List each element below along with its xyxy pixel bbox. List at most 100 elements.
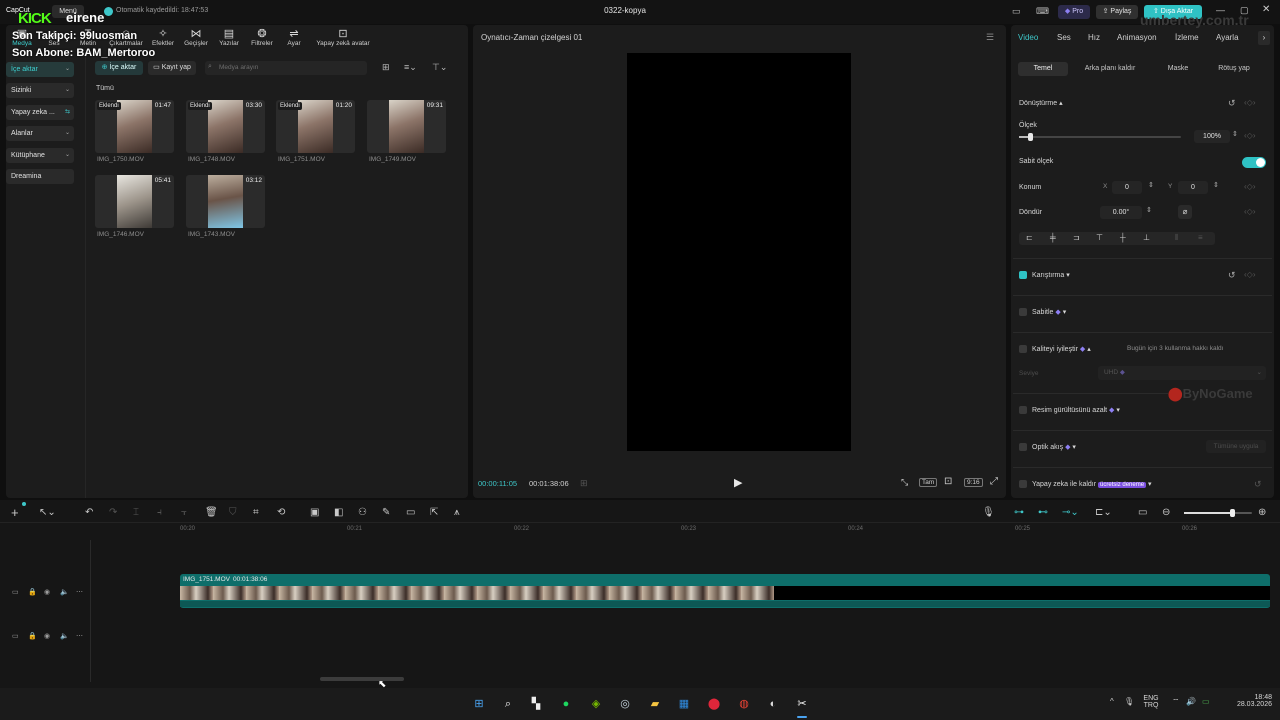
filter-icon[interactable]: ⊤⌄ <box>432 62 447 73</box>
keyframe-icon[interactable]: ‹◇› <box>1244 182 1255 191</box>
redo-icon[interactable]: ↷ <box>109 507 117 518</box>
ai-remove-heading[interactable]: Yapay zeka ile kaldır ücretsiz deneme ▾ <box>1032 480 1152 488</box>
media-item[interactable]: Eklendi 01:47 <box>95 100 174 153</box>
align-bottom-icon[interactable]: ⊥ <box>1143 233 1150 242</box>
pos-x-input[interactable]: 0 <box>1112 181 1142 194</box>
reset-icon[interactable]: ↺ <box>1228 270 1236 281</box>
ai-remove-checkbox[interactable] <box>1019 480 1027 488</box>
main-track-magnet-icon[interactable]: ⊶ <box>1014 507 1024 518</box>
speaker-icon[interactable]: 🔈 <box>60 588 69 596</box>
tab-tracking[interactable]: İzleme <box>1175 33 1199 42</box>
steam-icon[interactable]: ◎ <box>616 695 634 713</box>
fit-icon[interactable]: ⊡ <box>944 476 952 487</box>
video-preview[interactable] <box>627 53 851 451</box>
search-icon[interactable]: ⌕ <box>499 695 517 713</box>
sidebar-item-dreamina[interactable]: Dreamina <box>6 169 74 184</box>
store-icon[interactable]: ▦ <box>675 695 693 713</box>
chrome-icon[interactable]: ◍ <box>735 695 753 713</box>
sidebar-item-yours[interactable]: Sizinki ⌄ <box>6 83 74 98</box>
nvidia-icon[interactable]: ◈ <box>587 695 605 713</box>
shield-icon[interactable]: ⛉ <box>229 507 237 518</box>
zoom-in-icon[interactable]: ⊕ <box>1258 507 1266 518</box>
subtab-retouch[interactable]: Rötuş yap <box>1210 62 1258 76</box>
denoise-checkbox[interactable] <box>1019 406 1027 414</box>
tabs-scroll-icon[interactable]: › <box>1258 31 1270 45</box>
capcut-taskbar-icon[interactable]: ✂ <box>793 695 811 713</box>
speaker-icon[interactable]: 🔈 <box>60 632 69 640</box>
sidebar-item-import[interactable]: İçe aktar ⌄ <box>6 62 74 77</box>
file-explorer-icon[interactable]: ▰ <box>646 695 664 713</box>
microphone-icon[interactable]: 🎙 <box>982 507 995 518</box>
apply-all-button[interactable]: Tümüne uygula <box>1206 440 1266 453</box>
mirror-icon[interactable]: ◧ <box>334 507 343 518</box>
enhance-checkbox[interactable] <box>1019 345 1027 353</box>
play-icon[interactable]: ▶ <box>734 476 742 489</box>
battery-icon[interactable]: ▭ <box>1202 697 1210 706</box>
crop-icon[interactable]: ⌗ <box>253 507 259 518</box>
rotate-dial-icon[interactable]: ⌀ <box>1178 205 1192 219</box>
link-icon[interactable]: ⊸⌄ <box>1062 507 1079 518</box>
tab-audio[interactable]: Ses <box>1057 33 1071 42</box>
layout-icon[interactable]: ▭ <box>1012 6 1021 17</box>
optical-flow-heading[interactable]: Optik akış ◆ ▾ <box>1032 443 1076 451</box>
sidebar-item-ai[interactable]: Yapay zeka ... ⇆ <box>6 105 74 120</box>
distribute-v-icon[interactable]: ≡ <box>1198 233 1203 242</box>
eye-icon[interactable]: ◉ <box>44 632 50 640</box>
eye-icon[interactable]: ◉ <box>44 588 50 596</box>
reset-icon[interactable]: ↺ <box>1254 479 1262 490</box>
zoom-out-icon[interactable]: ⊖ <box>1162 507 1170 518</box>
keyframe-icon[interactable]: ‹◇› <box>1244 207 1255 216</box>
reverse-icon[interactable]: ⟲ <box>277 507 285 518</box>
shortcuts-icon[interactable]: ⌨ <box>1036 6 1049 17</box>
split-right-icon[interactable]: ⫟ <box>181 507 187 518</box>
optical-flow-checkbox[interactable] <box>1019 443 1027 451</box>
subtab-mask[interactable]: Maske <box>1152 62 1204 76</box>
auto-snap-icon[interactable]: ⊷ <box>1038 507 1048 518</box>
quality-button[interactable]: Tam <box>919 478 938 487</box>
blend-checkbox[interactable] <box>1019 271 1027 279</box>
align-center-h-icon[interactable]: ╪ <box>1050 233 1056 242</box>
task-view-icon[interactable]: ▚ <box>527 695 545 713</box>
align-center-v-icon[interactable]: ┼ <box>1120 233 1126 242</box>
tab-adjust[interactable]: Ayarla <box>1216 33 1239 42</box>
media-item[interactable]: Eklendi 01:20 <box>276 100 355 153</box>
stabilize-heading[interactable]: Sabitle ◆ ▾ <box>1032 308 1066 316</box>
remove-bg-icon[interactable]: ⚇ <box>358 507 367 518</box>
grid-view-icon[interactable]: ⊞ <box>382 62 390 73</box>
level-select[interactable]: UHD ◆ ⌄ <box>1098 366 1266 380</box>
volume-icon[interactable]: 🔊 <box>1186 697 1196 706</box>
align-top-icon[interactable]: ⊤ <box>1096 233 1103 242</box>
align-left-icon[interactable]: ⊏ <box>1026 233 1033 242</box>
align-right-icon[interactable]: ⊐ <box>1073 233 1080 242</box>
close-icon[interactable]: ✕ <box>1262 4 1270 15</box>
magic-icon[interactable]: ✎ <box>382 507 390 518</box>
language-indicator[interactable]: ENG TRQ <box>1140 695 1162 709</box>
enhance-heading[interactable]: Kaliteyi iyileştir ◆ ▴ <box>1032 345 1091 353</box>
stepper-icon[interactable]: ⇕ <box>1213 181 1219 189</box>
add-track-icon[interactable]: + <box>11 505 19 520</box>
split-icon[interactable]: ⌶ <box>133 507 139 518</box>
pos-y-input[interactable]: 0 <box>1178 181 1208 194</box>
subtab-remove-bg[interactable]: Arka planı kaldır <box>1076 62 1144 76</box>
clock[interactable]: 18:48 28.03.2026 <box>1222 694 1272 708</box>
media-item[interactable]: 05:41 <box>95 175 174 228</box>
subtab-basic[interactable]: Temel <box>1018 62 1068 76</box>
media-search-input[interactable]: Medya arayın <box>205 61 367 75</box>
undo-icon[interactable]: ↶ <box>85 507 93 518</box>
transform-heading[interactable]: Dönüştürme ▴ <box>1019 99 1063 107</box>
reframe-icon[interactable]: ⤡ <box>901 477 908 488</box>
tab-animation[interactable]: Animasyon <box>1117 33 1157 42</box>
media-item[interactable]: 09:31 <box>367 100 446 153</box>
stepper-icon[interactable]: ⇕ <box>1146 206 1152 214</box>
pro-button[interactable]: ◆ Pro <box>1058 5 1090 19</box>
fullscreen-icon[interactable]: ⤢ <box>990 476 998 487</box>
timeline-scrollbar[interactable] <box>320 677 404 681</box>
delete-icon[interactable]: 🗑 <box>205 507 218 518</box>
blend-heading[interactable]: Karıştırma ▾ <box>1032 271 1070 279</box>
zoom-slider-handle[interactable] <box>1229 509 1235 517</box>
stepper-icon[interactable]: ⇕ <box>1232 130 1238 138</box>
scale-value[interactable]: 100% <box>1194 130 1230 143</box>
uniform-scale-toggle[interactable] <box>1242 157 1266 168</box>
record-button[interactable]: ▭ Kayıt yap <box>148 61 196 75</box>
fullscreen-timeline-icon[interactable]: ▭ <box>1138 507 1147 518</box>
